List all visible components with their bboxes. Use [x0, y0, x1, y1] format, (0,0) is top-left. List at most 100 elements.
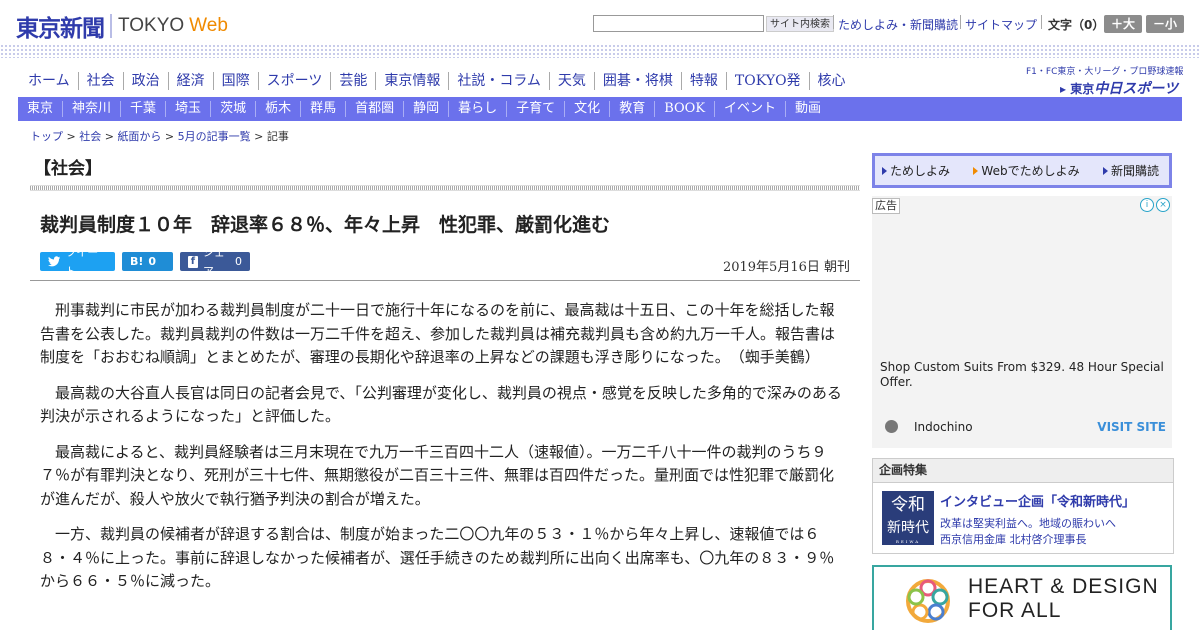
regional-nav-item[interactable]: 首都圏	[346, 101, 405, 117]
logo-english: TOKYO	[118, 15, 185, 36]
site-header: 東京新聞 TOKYO Web サイト内検索 ためしよみ・新聞購読 サイトマップ …	[0, 0, 1200, 46]
section-title: 【社会】	[34, 159, 102, 179]
subscribe-link[interactable]: 新聞購読	[1102, 162, 1159, 179]
font-size-increase-button[interactable]: ＋大	[1104, 15, 1142, 33]
main-nav-item[interactable]: 経済	[169, 72, 214, 90]
hatena-icon: B!	[130, 255, 144, 268]
main-nav-item[interactable]: 芸能	[331, 72, 377, 90]
share-bar: ツイート B! 0 f シェア 0	[40, 246, 250, 278]
web-trial-read-link[interactable]: Webでためしよみ	[973, 162, 1080, 179]
article-paragraph: 一方、裁判員の候補者が辞退する割合は、制度が始まった二〇〇九年の５３・１％から年…	[40, 525, 835, 590]
hatena-bookmark-button[interactable]: B! 0	[122, 252, 173, 271]
tweet-button[interactable]: ツイート	[40, 246, 115, 278]
site-search-button[interactable]: サイト内検索	[766, 16, 834, 32]
chunichi-sports-promo[interactable]: F1・FC東京・大リーグ・プロ野球速報 ▸ 東京中日スポーツ	[1026, 64, 1184, 98]
trial-read-label: ためしよみ	[890, 164, 951, 178]
regional-nav-item[interactable]: 教育	[610, 101, 656, 117]
twitter-bird-icon	[48, 256, 61, 267]
advertisement[interactable]: 広告 i × Shop Custom Suits From $329. 48 H…	[872, 196, 1172, 448]
main-nav-item[interactable]: 特報	[682, 72, 727, 90]
regional-nav-item[interactable]: 栃木	[256, 101, 302, 117]
main-nav-item[interactable]: スポーツ	[259, 72, 332, 90]
chunichi-prefix: 東京	[1070, 82, 1095, 96]
main-nav-item[interactable]: 社会	[79, 72, 124, 90]
article-body: 刑事裁判に市民が加わる裁判員制度が二十一日で施行十年になるのを前に、最高裁は十五…	[40, 299, 842, 606]
divider	[833, 15, 834, 29]
sitemap-link[interactable]: サイトマップ	[965, 16, 1037, 33]
main-nav-item[interactable]: 国際	[214, 72, 259, 90]
tweet-label: ツイート	[65, 245, 99, 278]
banner-title-line1: HEART & DESIGN	[968, 575, 1159, 598]
ad-text[interactable]: Shop Custom Suits From $329. 48 Hour Spe…	[880, 360, 1165, 390]
font-size-label: 文字（0）	[1048, 18, 1105, 32]
main-nav-item[interactable]: 天気	[550, 72, 595, 90]
main-nav-item[interactable]: 東京情報	[376, 72, 450, 90]
regional-nav: 東京 神奈川 千葉 埼玉 茨城 栃木 群馬 首都圏 静岡 暮らし 子育て 文化 教育 BOOK イベント 動画	[18, 97, 1182, 121]
article-paragraph: 刑事裁判に市民が加わる裁判員制度が二十一日で施行十年になるのを前に、最高裁は十五…	[40, 301, 836, 366]
site-logo[interactable]: 東京新聞 TOKYO Web	[16, 9, 228, 43]
heart-design-banner[interactable]: HEART & DESIGN FOR ALL	[872, 565, 1172, 630]
regional-nav-item[interactable]: 動画	[786, 101, 830, 117]
regional-nav-item[interactable]: イベント	[715, 101, 787, 117]
main-nav-item[interactable]: 囲碁・将棋	[595, 72, 682, 90]
font-size-decrease-button[interactable]: －小	[1146, 15, 1184, 33]
article-divider	[30, 280, 860, 281]
subscribe-label: 新聞購読	[1110, 164, 1159, 178]
hatena-count: 0	[148, 255, 157, 268]
feature-subtitle[interactable]: 西京信用金庫 北村啓介理事長	[940, 531, 1087, 547]
arrow-right-icon	[973, 166, 979, 175]
breadcrumb-separator: >	[161, 130, 178, 143]
breadcrumb-link[interactable]: 紙面から	[117, 130, 161, 143]
regional-nav-item[interactable]: 静岡	[404, 101, 450, 117]
main-nav-item[interactable]: TOKYO発	[727, 72, 810, 90]
feature-title-link[interactable]: インタビュー企画「令和新時代」	[940, 491, 1135, 510]
ad-sponsor[interactable]: Indochino	[914, 420, 973, 434]
breadcrumb: トップ > 社会 > 紙面から > 5月の記事一覧 > 記事	[30, 128, 289, 144]
divider	[1041, 15, 1042, 29]
facebook-share-label: シェア	[202, 245, 225, 278]
section-divider	[30, 185, 860, 191]
feature-image-small: REIWA	[895, 539, 921, 544]
regional-nav-item[interactable]: 茨城	[211, 101, 257, 117]
web-trial-read-label: Webでためしよみ	[981, 164, 1080, 178]
divider	[960, 15, 961, 29]
breadcrumb-separator: >	[63, 130, 80, 143]
arrow-right-icon	[1102, 166, 1108, 175]
chunichi-name: 中日スポーツ	[1094, 81, 1178, 97]
main-nav-item[interactable]: 政治	[124, 72, 169, 90]
search-input[interactable]	[593, 15, 764, 32]
main-nav-item[interactable]: ホーム	[20, 72, 79, 90]
trial-read-link[interactable]: ためしよみ	[882, 162, 950, 179]
ad-sponsor-icon	[885, 420, 898, 433]
feature-subtitle[interactable]: 改革は堅実利益へ。地域の賑わいへ	[940, 515, 1116, 531]
feature-heading: 企画特集	[873, 459, 1173, 483]
facebook-share-count: 0	[235, 255, 242, 268]
main-nav-item[interactable]: 社説・コラム	[449, 72, 550, 90]
chunichi-logo: ▸ 東京中日スポーツ	[1026, 78, 1178, 98]
regional-nav-item[interactable]: 子育て	[507, 101, 566, 117]
regional-nav-item[interactable]: 神奈川	[63, 101, 122, 117]
chunichi-tagline: F1・FC東京・大リーグ・プロ野球速報	[1026, 67, 1184, 77]
breadcrumb-link[interactable]: 5月の記事一覧	[178, 130, 251, 143]
regional-nav-item[interactable]: 埼玉	[166, 101, 212, 117]
facebook-icon: f	[188, 255, 198, 268]
regional-nav-item[interactable]: 群馬	[301, 101, 347, 117]
ad-visit-site-button[interactable]: VISIT SITE	[1097, 420, 1166, 434]
article-paragraph: 最高裁によると、裁判員経験者は三月末現在で九万一千三百四十二人（速報値）。一万二…	[40, 442, 834, 508]
trial-subscribe-link[interactable]: ためしよみ・新聞購読	[838, 16, 958, 33]
reiwa-feature-image[interactable]: 令和 新時代 REIWA	[882, 491, 934, 545]
regional-nav-item[interactable]: 文化	[565, 101, 611, 117]
logo-web: Web	[189, 15, 228, 36]
main-nav-item[interactable]: 核心	[810, 72, 854, 90]
facebook-share-button[interactable]: f シェア 0	[180, 246, 250, 278]
regional-nav-item[interactable]: 暮らし	[449, 101, 508, 117]
breadcrumb-link[interactable]: 社会	[79, 130, 101, 143]
subscribe-box: ためしよみ Webでためしよみ 新聞購読	[872, 153, 1172, 188]
ad-close-icon[interactable]: ×	[1156, 198, 1170, 212]
regional-nav-item[interactable]: 東京	[18, 101, 64, 117]
feature-image-line2: 新時代	[887, 520, 929, 536]
breadcrumb-link[interactable]: トップ	[30, 130, 63, 143]
ad-info-icon[interactable]: i	[1140, 198, 1154, 212]
regional-nav-item[interactable]: BOOK	[655, 101, 716, 117]
regional-nav-item[interactable]: 千葉	[121, 101, 167, 117]
